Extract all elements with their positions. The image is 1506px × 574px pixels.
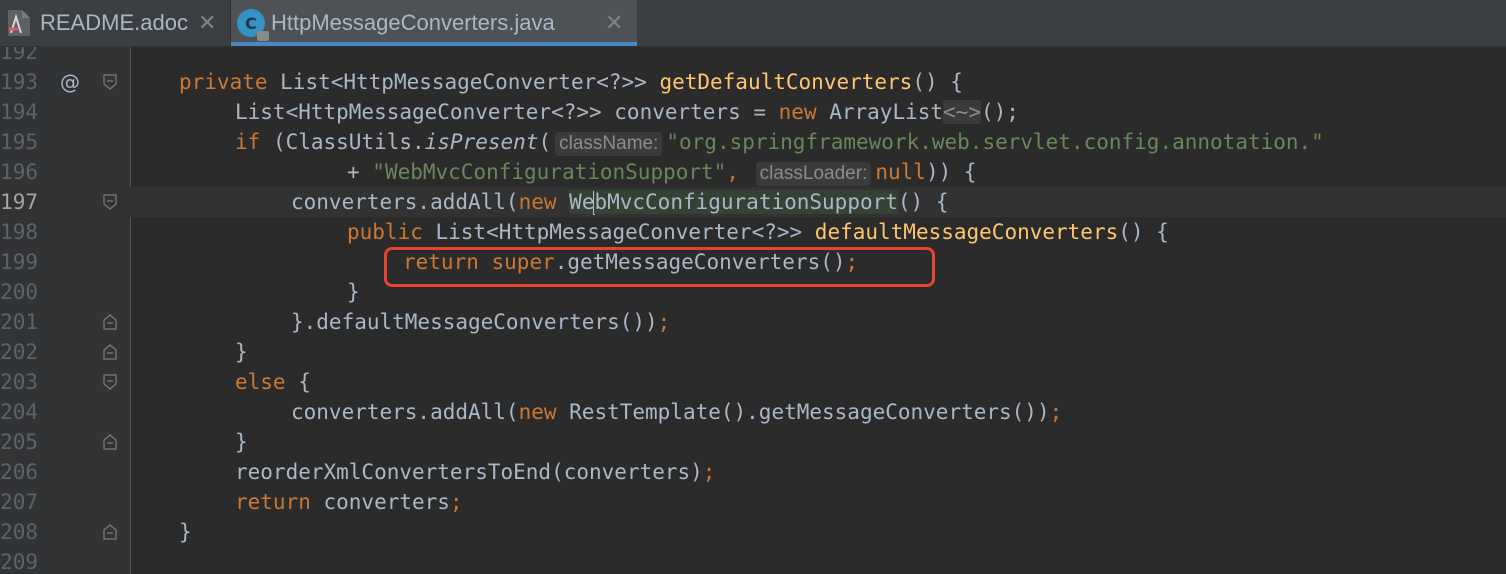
line-number: 199 <box>0 250 38 274</box>
line-number: 197 <box>0 190 38 214</box>
fold-close-icon[interactable] <box>103 344 117 360</box>
fold-close-icon[interactable] <box>103 524 117 540</box>
code-line: 196 + "WebMvcConfigurationSupport", clas… <box>0 157 1506 187</box>
code-line: 208 } <box>0 517 1506 547</box>
code-text: } <box>347 280 360 304</box>
line-number: 207 <box>0 490 38 514</box>
code-text: reorderXmlConvertersToEnd(converters); <box>235 460 716 484</box>
code-text: } <box>235 340 248 364</box>
code-line: 195 if (ClassUtils.isPresent(className: "… <box>0 127 1506 157</box>
code-line: 193 @ private List<HttpMessageConverter<… <box>0 67 1506 97</box>
parameter-hint: className: <box>555 132 663 156</box>
close-tab-icon[interactable]: ✕ <box>605 10 623 36</box>
tab-label: HttpMessageConverters.java <box>271 10 555 35</box>
code-line: 203 else { <box>0 367 1506 397</box>
fold-close-icon[interactable] <box>103 314 117 330</box>
fold-open-icon[interactable] <box>103 74 117 90</box>
code-line: 201 }.defaultMessageConverters()); <box>0 307 1506 337</box>
code-line: 204 converters.addAll(new RestTemplate()… <box>0 397 1506 427</box>
fold-open-icon[interactable] <box>103 194 117 210</box>
code-text: + "WebMvcConfigurationSupport", classLoa… <box>347 160 977 186</box>
code-text: List<HttpMessageConverter<?>> converters… <box>235 100 1019 124</box>
code-text: converters.addAll(new WebMvcConfiguratio… <box>291 190 949 215</box>
code-text: else { <box>235 370 311 394</box>
code-line: 192 <box>0 47 1506 67</box>
line-number: 202 <box>0 340 38 364</box>
code-line: 205 } <box>0 427 1506 457</box>
line-number: 209 <box>0 550 38 574</box>
lock-icon <box>257 31 269 41</box>
tab-httpmessageconverters-java[interactable]: C HttpMessageConverters.java ✕ <box>231 0 637 46</box>
line-number: 205 <box>0 430 38 454</box>
line-number: 208 <box>0 520 38 544</box>
fold-close-icon[interactable] <box>103 434 117 450</box>
code-line-active: 197 converters.addAll(new WebMvcConfigur… <box>0 187 1506 217</box>
tab-readme-adoc[interactable]: README.adoc ✕ <box>0 0 231 46</box>
line-number: 194 <box>0 100 38 124</box>
collapsed-diamond: <~> <box>943 100 981 124</box>
close-tab-icon[interactable]: ✕ <box>198 10 216 36</box>
code-line: 207 return converters; <box>0 487 1506 517</box>
line-number: 200 <box>0 280 38 304</box>
line-number: 193 <box>0 70 38 94</box>
line-number: 203 <box>0 370 38 394</box>
code-text: } <box>179 520 192 544</box>
code-line: 209 <box>0 547 1506 574</box>
code-text: }.defaultMessageConverters()); <box>291 310 671 334</box>
code-text: } <box>235 430 248 454</box>
java-class-icon: C <box>237 8 269 41</box>
code-text: return converters; <box>235 490 463 514</box>
editor-tab-bar: README.adoc ✕ C HttpMessageConverters.ja… <box>0 0 1506 47</box>
line-number: 195 <box>0 130 38 154</box>
asciidoc-file-icon <box>6 8 32 38</box>
code-text: converters.addAll(new RestTemplate().get… <box>291 400 1063 424</box>
code-text: private List<HttpMessageConverter<?>> ge… <box>179 70 963 94</box>
line-number: 192 <box>0 47 38 64</box>
code-text: public List<HttpMessageConverter<?>> def… <box>347 220 1169 244</box>
highlight-annotation-box <box>384 247 935 287</box>
line-number: 196 <box>0 160 38 184</box>
line-number: 206 <box>0 460 38 484</box>
code-editor[interactable]: 192 193 @ private List<HttpMessageConver… <box>0 47 1506 574</box>
line-number: 198 <box>0 220 38 244</box>
code-text: if (ClassUtils.isPresent(className: "org.… <box>235 130 1324 156</box>
parameter-hint: classLoader: <box>755 162 872 186</box>
code-line: 198 public List<HttpMessageConverter<?>>… <box>0 217 1506 247</box>
fold-open-icon[interactable] <box>103 374 117 390</box>
line-number: 204 <box>0 400 38 424</box>
line-number: 201 <box>0 310 38 334</box>
tab-label: README.adoc <box>40 10 188 35</box>
code-line: 202 } <box>0 337 1506 367</box>
override-marker-icon[interactable]: @ <box>60 67 80 97</box>
code-line: 206 reorderXmlConvertersToEnd(converters… <box>0 457 1506 487</box>
code-line: 194 List<HttpMessageConverter<?>> conver… <box>0 97 1506 127</box>
